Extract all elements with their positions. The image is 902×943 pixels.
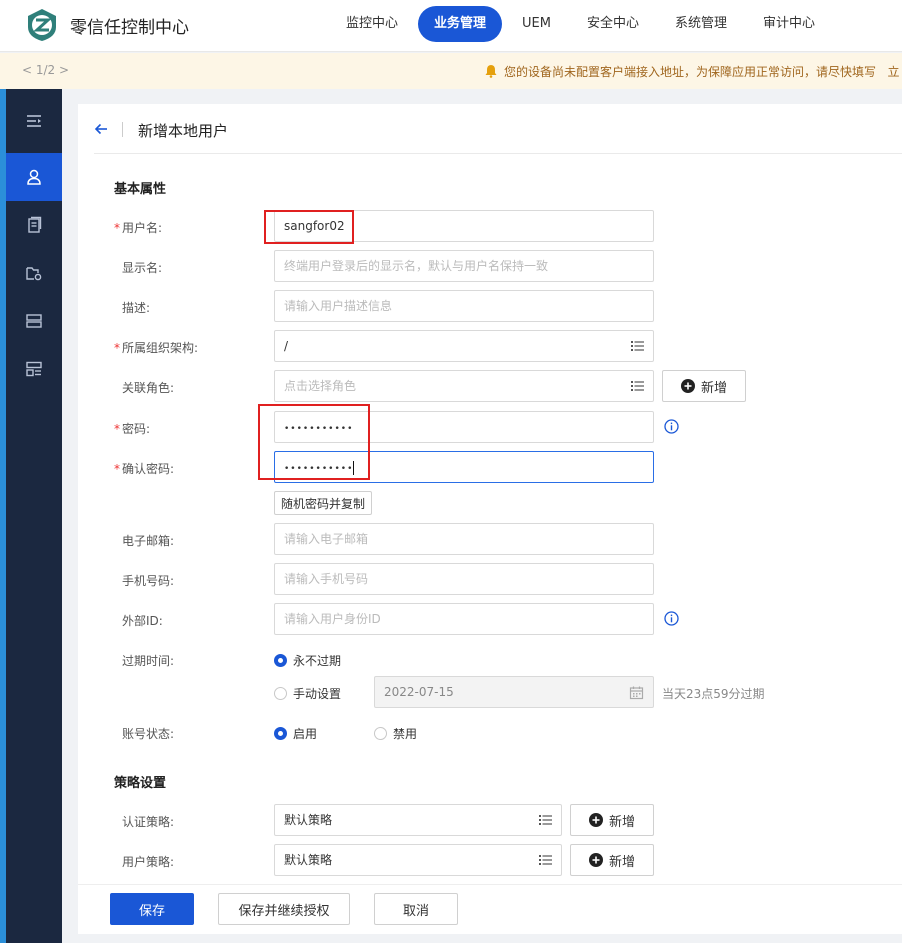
document-icon <box>28 216 42 233</box>
plus-circle-icon <box>680 379 695 393</box>
main-nav: 监控中心 业务管理 UEM 安全中心 系统管理 审计中心 <box>330 6 835 42</box>
nav-security[interactable]: 安全中心 <box>571 6 655 42</box>
random-password-button[interactable]: 随机密码并复制 <box>274 491 373 515</box>
description-label: 描述: <box>122 301 151 315</box>
email-label: 电子邮箱: <box>122 534 175 548</box>
user-policy-label: 用户策略: <box>122 855 175 869</box>
expire-date-value: 2022-07-15 <box>384 685 454 699</box>
username-input[interactable]: sangfor02 <box>274 210 654 242</box>
add-user-policy-button[interactable]: 新增 <box>570 844 654 876</box>
status-disabled-radio[interactable]: 禁用 <box>374 725 417 742</box>
display-name-label: 显示名: <box>122 261 163 275</box>
user-policy-select[interactable]: 默认策略 <box>274 844 562 876</box>
info-icon[interactable] <box>664 419 679 434</box>
top-bar: 零信任控制中心 监控中心 业务管理 UEM 安全中心 系统管理 审计中心 <box>0 0 902 52</box>
list-icon <box>539 815 552 825</box>
user-policy-value: 默认策略 <box>284 853 333 867</box>
expire-never-radio[interactable]: 永不过期 <box>274 652 341 669</box>
back-arrow-icon[interactable] <box>94 122 108 136</box>
email-input[interactable]: 请输入电子邮箱 <box>274 523 654 555</box>
zero-trust-logo-icon <box>28 9 56 41</box>
list-icon <box>631 381 644 391</box>
status-label: 账号状态: <box>122 727 175 741</box>
role-label: 关联角色: <box>122 381 175 395</box>
sidebar-item-users[interactable] <box>6 153 62 201</box>
sidebar-collapse[interactable] <box>6 97 62 145</box>
folder-gear-icon <box>26 267 42 281</box>
header-divider <box>94 153 902 154</box>
menu-collapse-icon <box>27 115 41 127</box>
page-title: 新增本地用户 <box>138 122 229 140</box>
role-placeholder: 点击选择角色 <box>284 379 357 393</box>
nav-audit[interactable]: 审计中心 <box>747 6 831 42</box>
list-icon <box>631 341 644 351</box>
notice-pager[interactable]: < 1/2 > <box>22 63 69 77</box>
basic-section-title: 基本属性 <box>114 182 167 197</box>
confirm-password-label: * 确认密码: <box>114 462 175 476</box>
auth-policy-label: 认证策略: <box>122 815 175 829</box>
org-value: / <box>284 339 289 353</box>
nav-business[interactable]: 业务管理 <box>418 6 503 42</box>
auth-policy-select[interactable]: 默认策略 <box>274 804 562 836</box>
save-continue-button[interactable]: 保存并继续授权 <box>218 893 350 925</box>
dashboard-icon <box>26 361 42 377</box>
save-button[interactable]: 保存 <box>110 893 194 925</box>
role-select[interactable]: 点击选择角色 <box>274 370 654 402</box>
username-label: * 用户名: <box>114 221 163 235</box>
form-card: 新增本地用户 基本属性 * 用户名: sangfor02 显示名: 终端用户登录后… <box>78 104 902 934</box>
confirm-password-mask: ••••••••••• <box>284 464 354 474</box>
confirm-password-input[interactable]: ••••••••••• <box>274 451 654 483</box>
sidebar-item-folder-settings[interactable] <box>6 249 62 297</box>
phone-label: 手机号码: <box>122 574 175 588</box>
nav-system[interactable]: 系统管理 <box>659 6 743 42</box>
display-name-input[interactable]: 终端用户登录后的显示名，默认与用户名保持一致 <box>274 250 654 282</box>
notice-text: 您的设备尚未配置客户端接入地址，为保障应用正常访问，请尽快填写 <box>504 65 877 79</box>
expire-label: 过期时间: <box>122 654 175 668</box>
sidebar-item-storage[interactable] <box>6 297 62 345</box>
user-icon <box>27 169 41 185</box>
nav-uem[interactable]: UEM <box>506 6 567 42</box>
password-mask: ••••••••••• <box>284 424 354 434</box>
sidebar <box>6 89 62 943</box>
auth-policy-value: 默认策略 <box>284 813 333 827</box>
form-footer: 保存 保存并继续授权 取消 <box>78 884 902 934</box>
server-icon <box>26 314 42 328</box>
cancel-button[interactable]: 取消 <box>374 893 458 925</box>
sidebar-item-documents[interactable] <box>6 201 62 249</box>
notice-trail: 立 <box>887 65 900 79</box>
nav-monitor[interactable]: 监控中心 <box>330 6 414 42</box>
policy-section-title: 策略设置 <box>114 776 167 791</box>
app-title: 零信任控制中心 <box>70 18 189 38</box>
title-divider <box>122 122 123 137</box>
org-select[interactable]: / <box>274 330 654 362</box>
sidebar-item-dashboard[interactable] <box>6 345 62 393</box>
external-id-label: 外部ID: <box>122 614 163 628</box>
calendar-icon <box>629 686 644 700</box>
notice-bar: < 1/2 > 您的设备尚未配置客户端接入地址，为保障应用正常访问，请尽快填写 … <box>0 53 902 89</box>
description-input[interactable]: 请输入用户描述信息 <box>274 290 654 322</box>
bell-icon <box>485 65 497 78</box>
add-auth-policy-button[interactable]: 新增 <box>570 804 654 836</box>
status-enabled-radio[interactable]: 启用 <box>274 725 317 742</box>
notice-message[interactable]: 您的设备尚未配置客户端接入地址，为保障应用正常访问，请尽快填写 立 <box>484 63 899 80</box>
list-icon <box>539 855 552 865</box>
org-label: * 所属组织架构: <box>114 341 199 355</box>
password-input[interactable]: ••••••••••• <box>274 411 654 443</box>
password-label: * 密码: <box>114 422 151 436</box>
text-caret <box>353 460 355 475</box>
expire-hint: 当天23点59分过期 <box>662 687 765 701</box>
external-id-input[interactable]: 请输入用户身份ID <box>274 603 654 635</box>
plus-circle-icon <box>588 853 603 867</box>
info-icon[interactable] <box>664 611 679 626</box>
expire-manual-radio[interactable]: 手动设置 <box>274 685 341 702</box>
expire-date-input: 2022-07-15 <box>374 676 654 708</box>
plus-circle-icon <box>588 813 603 827</box>
phone-input[interactable]: 请输入手机号码 <box>274 563 654 595</box>
add-role-button[interactable]: 新增 <box>662 370 746 402</box>
